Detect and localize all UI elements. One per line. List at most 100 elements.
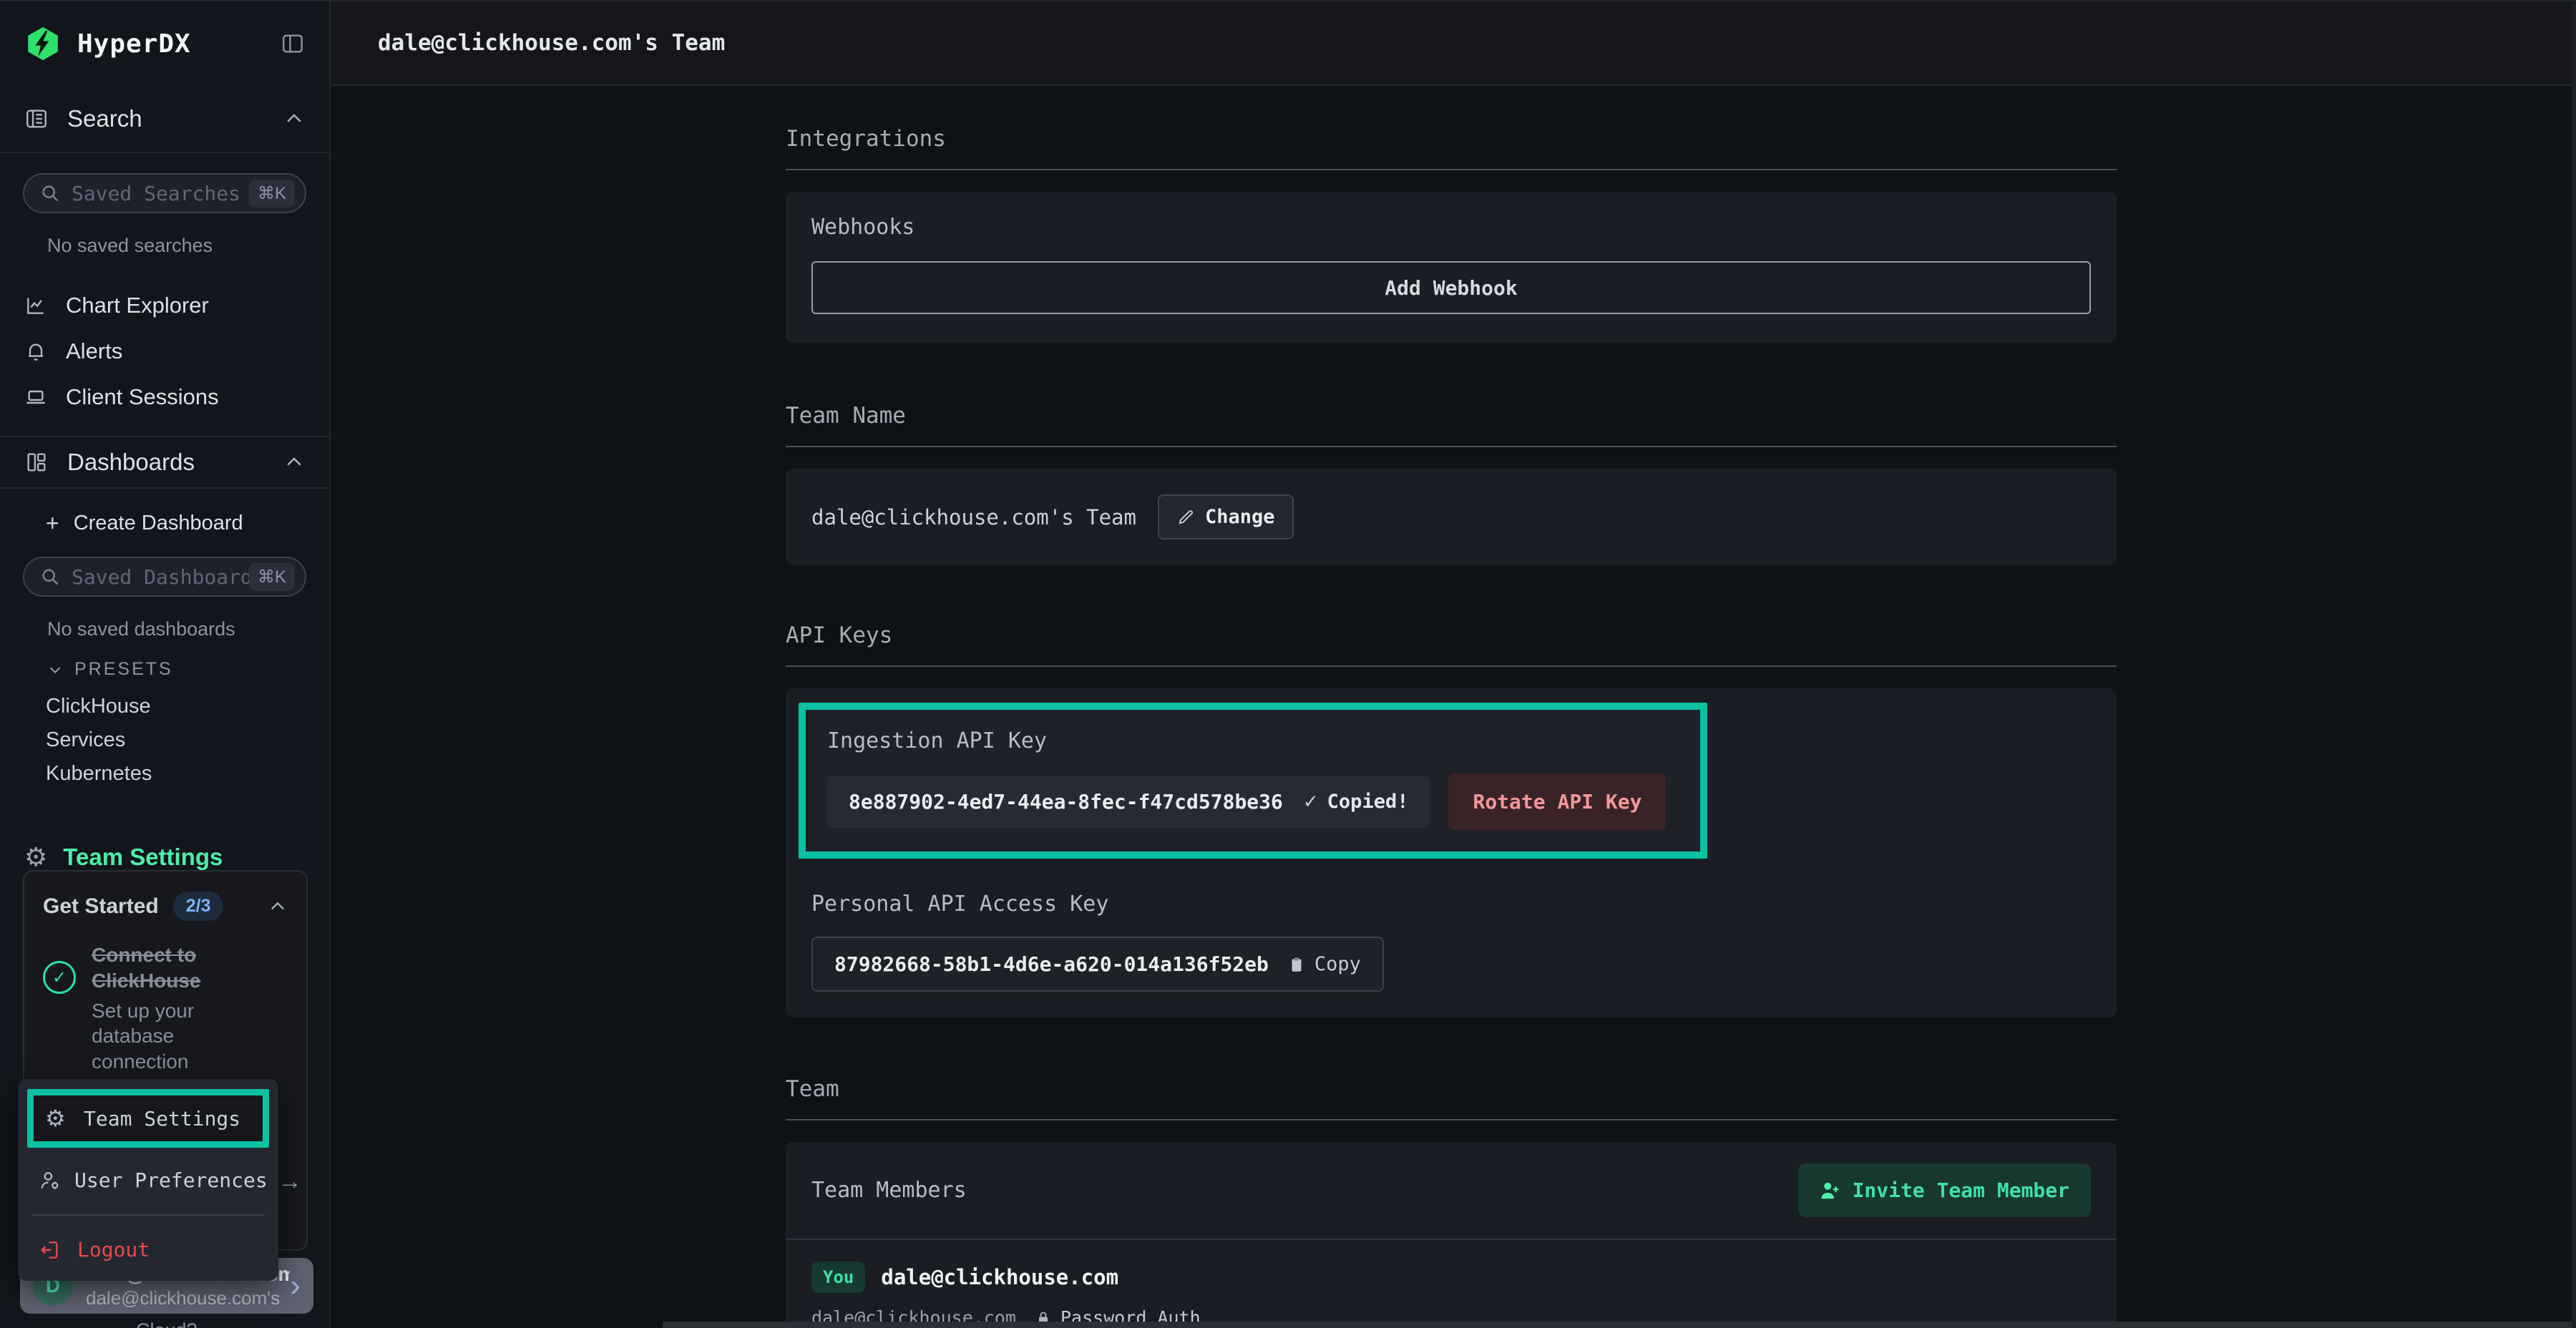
ingestion-key-value: 8e887902-4ed7-44ea-8fec-f47cd578be36 [849,790,1283,814]
no-saved-dashboards-note: No saved dashboards [47,618,329,640]
team-settings-label: Team Settings [63,844,223,871]
change-label: Change [1205,506,1275,528]
step-subtitle: Set up your database connection [92,998,270,1075]
menu-item-team-settings[interactable]: ⚙ Team Settings [34,1095,263,1141]
app-title: HyperDX [77,29,191,59]
chevron-up-icon[interactable] [283,451,305,473]
menu-item-label: User Preferences [74,1168,268,1192]
personal-key-chip[interactable]: 87982668-58b1-4d6e-a620-014a136f52eb Cop… [811,937,1384,992]
get-started-step-connect[interactable]: ✓ Connect to ClickHouse Set up your data… [43,942,288,1075]
search-icon [40,183,60,203]
team-members-card: Team Members Invite Team Member You dale… [786,1142,2117,1328]
check-circle-icon: ✓ [43,961,76,994]
logo-row: HyperDX [0,1,329,86]
change-team-name-button[interactable]: Change [1158,494,1294,540]
user-team: dale@clickhouse.com's [86,1287,290,1309]
api-keys-card: Ingestion API Key 8e887902-4ed7-44ea-8fe… [786,688,2117,1017]
divider [786,1119,2117,1120]
preset-kubernetes[interactable]: Kubernetes [46,757,329,791]
team-members-title: Team Members [811,1178,967,1203]
copied-label: Copied! [1327,791,1409,813]
chevron-right-icon: › [290,1270,301,1302]
team-members-header: Team Members Invite Team Member [786,1142,2117,1240]
sidebar-item-alerts[interactable]: Alerts [0,328,329,374]
rotate-api-key-button[interactable]: Rotate API Key [1448,773,1666,830]
team-settings-page: Integrations Webhooks Add Webhook Team N… [331,86,2572,1328]
preset-clickhouse[interactable]: ClickHouse [46,690,329,723]
plus-icon: + [46,510,59,537]
hyperdx-logo-icon [24,25,62,62]
ingestion-key-chip[interactable]: 8e887902-4ed7-44ea-8fec-f47cd578be36 ✓ C… [827,776,1430,828]
sidebar-section-search[interactable]: Search [0,86,329,153]
copy-button[interactable]: Copy [1287,953,1361,975]
chart-icon [24,294,49,317]
arrow-right-icon[interactable]: → [278,1168,302,1196]
sidebar-nav: Chart Explorer Alerts Client Sessions [0,283,329,420]
menu-item-logout[interactable]: Logout [27,1229,269,1271]
progress-badge: 2/3 [173,892,224,921]
add-webhook-button[interactable]: Add Webhook [811,261,2091,314]
copied-indicator: ✓ Copied! [1303,791,1409,813]
shortcut-badge: ⌘K [249,563,295,591]
dashboards-section-label: Dashboards [67,449,195,476]
preset-list: ClickHouse Services Kubernetes [0,690,329,791]
sidebar: HyperDX Search ⌘K No saved searches [0,1,331,1328]
menu-item-user-preferences[interactable]: User Preferences [27,1159,269,1201]
sidebar-item-client-sessions[interactable]: Client Sessions [0,374,329,420]
user-menu-popup: ⚙ Team Settings User Preferences Logout [18,1079,278,1281]
saved-searches-field[interactable] [72,182,249,205]
tutorial-highlight-box: Ingestion API Key 8e887902-4ed7-44ea-8fe… [799,703,1707,859]
team-name-card: dale@clickhouse.com's Team Change [786,469,2117,565]
collapse-sidebar-icon[interactable] [280,31,305,56]
saved-dashboards-field[interactable] [72,565,249,589]
page-header: dale@clickhouse.com's Team [331,1,2572,86]
get-started-header[interactable]: Get Started 2/3 [43,892,288,921]
menu-item-label: Team Settings [84,1107,240,1131]
team-member-row: You dale@clickhouse.com dale@clickhouse.… [786,1240,2117,1328]
sidebar-item-label: Alerts [66,338,122,364]
team-name-heading: Team Name [786,403,2117,429]
saved-dashboards-input[interactable]: ⌘K [23,557,306,597]
pencil-icon [1176,508,1195,527]
create-dashboard-button[interactable]: + Create Dashboard [46,510,329,537]
ingestion-key-label: Ingestion API Key [827,728,1666,753]
app-window: HyperDX Search ⌘K No saved searches [0,0,2576,1328]
laptop-icon [24,386,49,409]
team-heading: Team [786,1076,2117,1102]
saved-searches-input[interactable]: ⌘K [23,173,306,213]
invite-team-member-button[interactable]: Invite Team Member [1798,1163,2091,1217]
divider [786,169,2117,170]
clipboard-icon [1287,955,1306,974]
search-section-icon [24,107,49,131]
preset-services[interactable]: Services [46,723,329,757]
divider [786,446,2117,447]
gear-icon: ⚙ [24,844,47,870]
create-dashboard-label: Create Dashboard [74,512,243,535]
chevron-down-icon [46,660,64,679]
chevron-up-icon[interactable] [283,108,305,130]
gear-icon: ⚙ [45,1105,71,1132]
clipped-text-fragment: Cloud? [136,1319,197,1328]
copy-label: Copy [1314,953,1361,975]
sidebar-item-chart-explorer[interactable]: Chart Explorer [0,283,329,328]
integrations-heading: Integrations [786,126,2117,152]
team-name-value: dale@clickhouse.com's Team [811,505,1136,529]
page-title: dale@clickhouse.com's Team [378,30,725,56]
user-gear-icon [39,1169,62,1192]
menu-divider [31,1214,265,1216]
user-plus-icon [1820,1180,1841,1201]
sidebar-section-dashboards[interactable]: Dashboards [0,436,329,489]
get-started-title: Get Started [43,894,159,919]
tutorial-highlight-box: ⚙ Team Settings [27,1089,269,1148]
search-icon [40,567,60,587]
step-title: Connect to ClickHouse [92,944,201,992]
chevron-up-icon[interactable] [268,897,288,917]
webhooks-card: Webhooks Add Webhook [786,192,2117,343]
sidebar-item-label: Chart Explorer [66,293,209,318]
sidebar-item-label: Client Sessions [66,384,219,410]
presets-toggle[interactable]: PRESETS [46,659,329,680]
you-badge: You [811,1261,865,1293]
horizontal-scrollbar[interactable] [663,1322,2572,1328]
check-icon: ✓ [1303,791,1319,813]
member-name: dale@clickhouse.com [881,1265,1118,1289]
